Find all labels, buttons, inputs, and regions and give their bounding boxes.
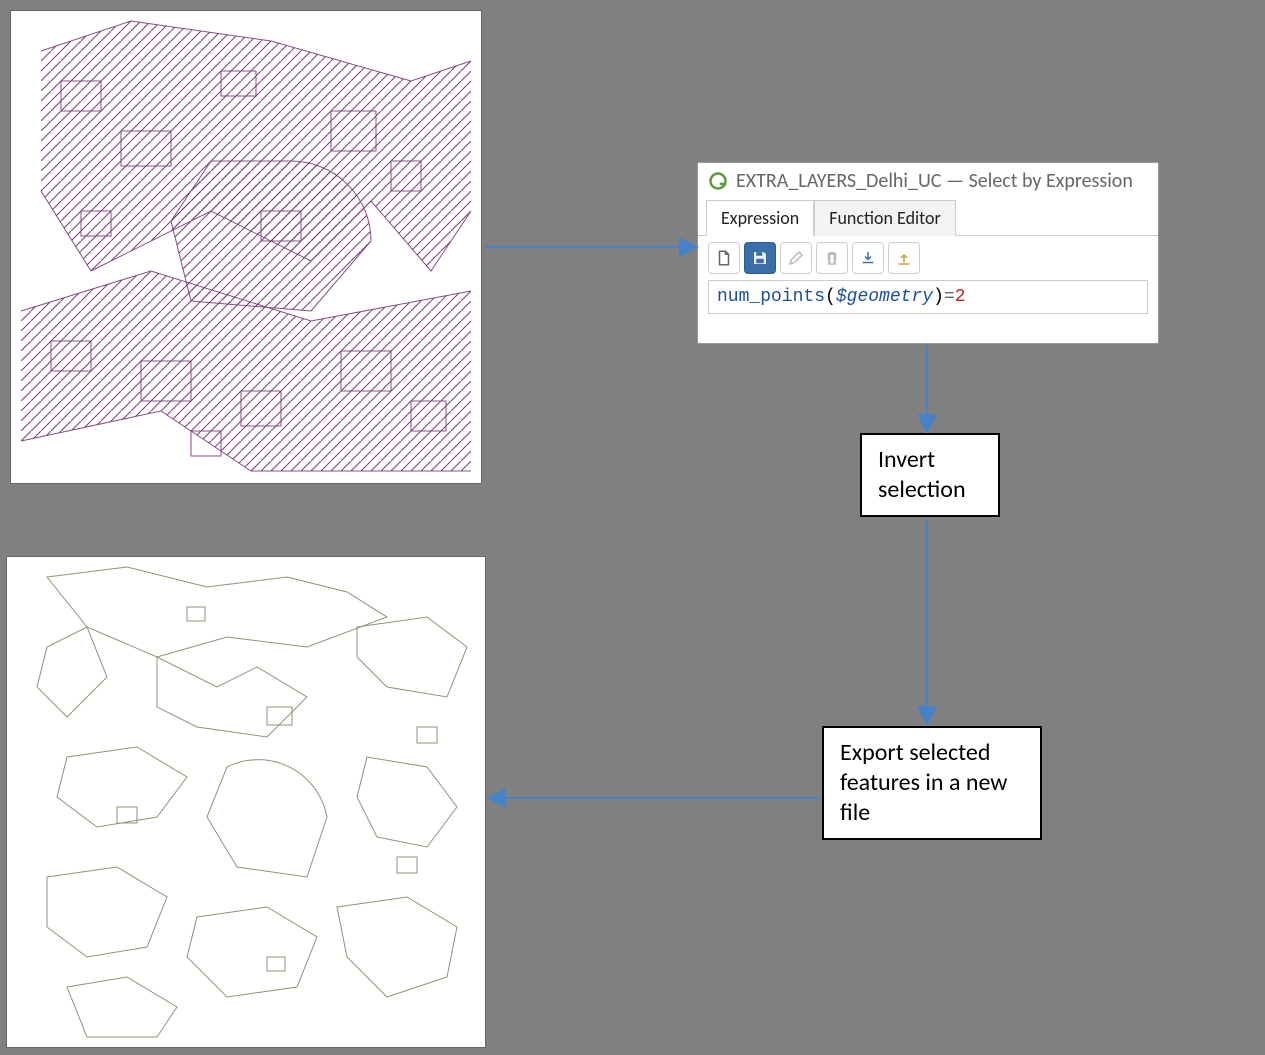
arrow-map-to-dialog [0, 0, 1265, 1055]
